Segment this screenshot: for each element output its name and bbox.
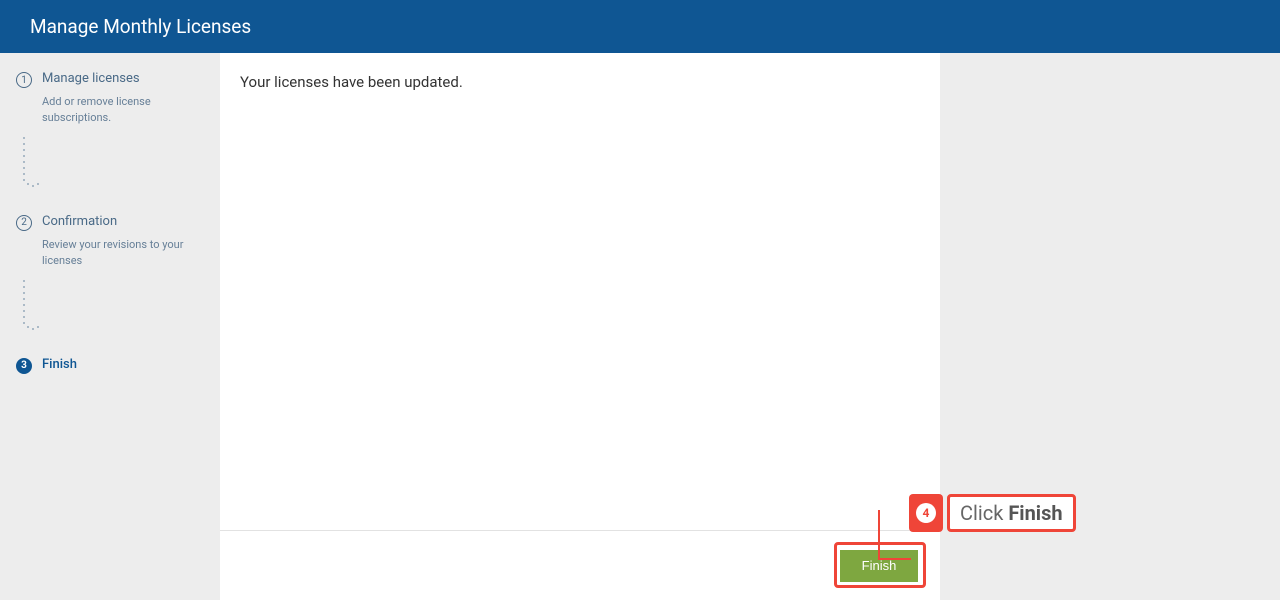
tutorial-step-badge: 4: [909, 494, 943, 532]
tutorial-instruction: Click Finish: [947, 494, 1076, 532]
wizard-sidebar: 1 Manage licenses Add or remove license …: [0, 53, 220, 600]
step-finish[interactable]: 3 Finish: [16, 357, 204, 374]
body: 1 Manage licenses Add or remove license …: [0, 53, 1280, 600]
main-content: Your licenses have been updated.: [220, 53, 940, 531]
finish-button[interactable]: Finish: [840, 550, 918, 582]
page-header: Manage Monthly Licenses: [0, 0, 1280, 53]
step-manage-licenses[interactable]: 1 Manage licenses Add or remove license …: [16, 71, 204, 126]
tutorial-step-number: 4: [916, 503, 936, 523]
status-message: Your licenses have been updated.: [240, 73, 463, 91]
step-title: Confirmation: [42, 214, 204, 231]
page-title: Manage Monthly Licenses: [30, 15, 251, 38]
step-number-icon: 3: [16, 358, 32, 374]
step-title: Finish: [42, 357, 204, 374]
tutorial-callout: 4 Click Finish: [909, 494, 1076, 532]
step-number-icon: 1: [16, 72, 32, 88]
main-footer: Finish: [220, 531, 940, 600]
step-description: Review your revisions to your licenses: [42, 237, 204, 269]
step-number-icon: 2: [16, 215, 32, 231]
step-connector-icon: [23, 277, 43, 335]
step-title: Manage licenses: [42, 71, 204, 88]
step-confirmation[interactable]: 2 Confirmation Review your revisions to …: [16, 214, 204, 269]
main-panel: Your licenses have been updated. Finish: [220, 53, 940, 600]
step-connector-icon: [23, 134, 43, 192]
step-description: Add or remove license subscriptions.: [42, 94, 204, 126]
